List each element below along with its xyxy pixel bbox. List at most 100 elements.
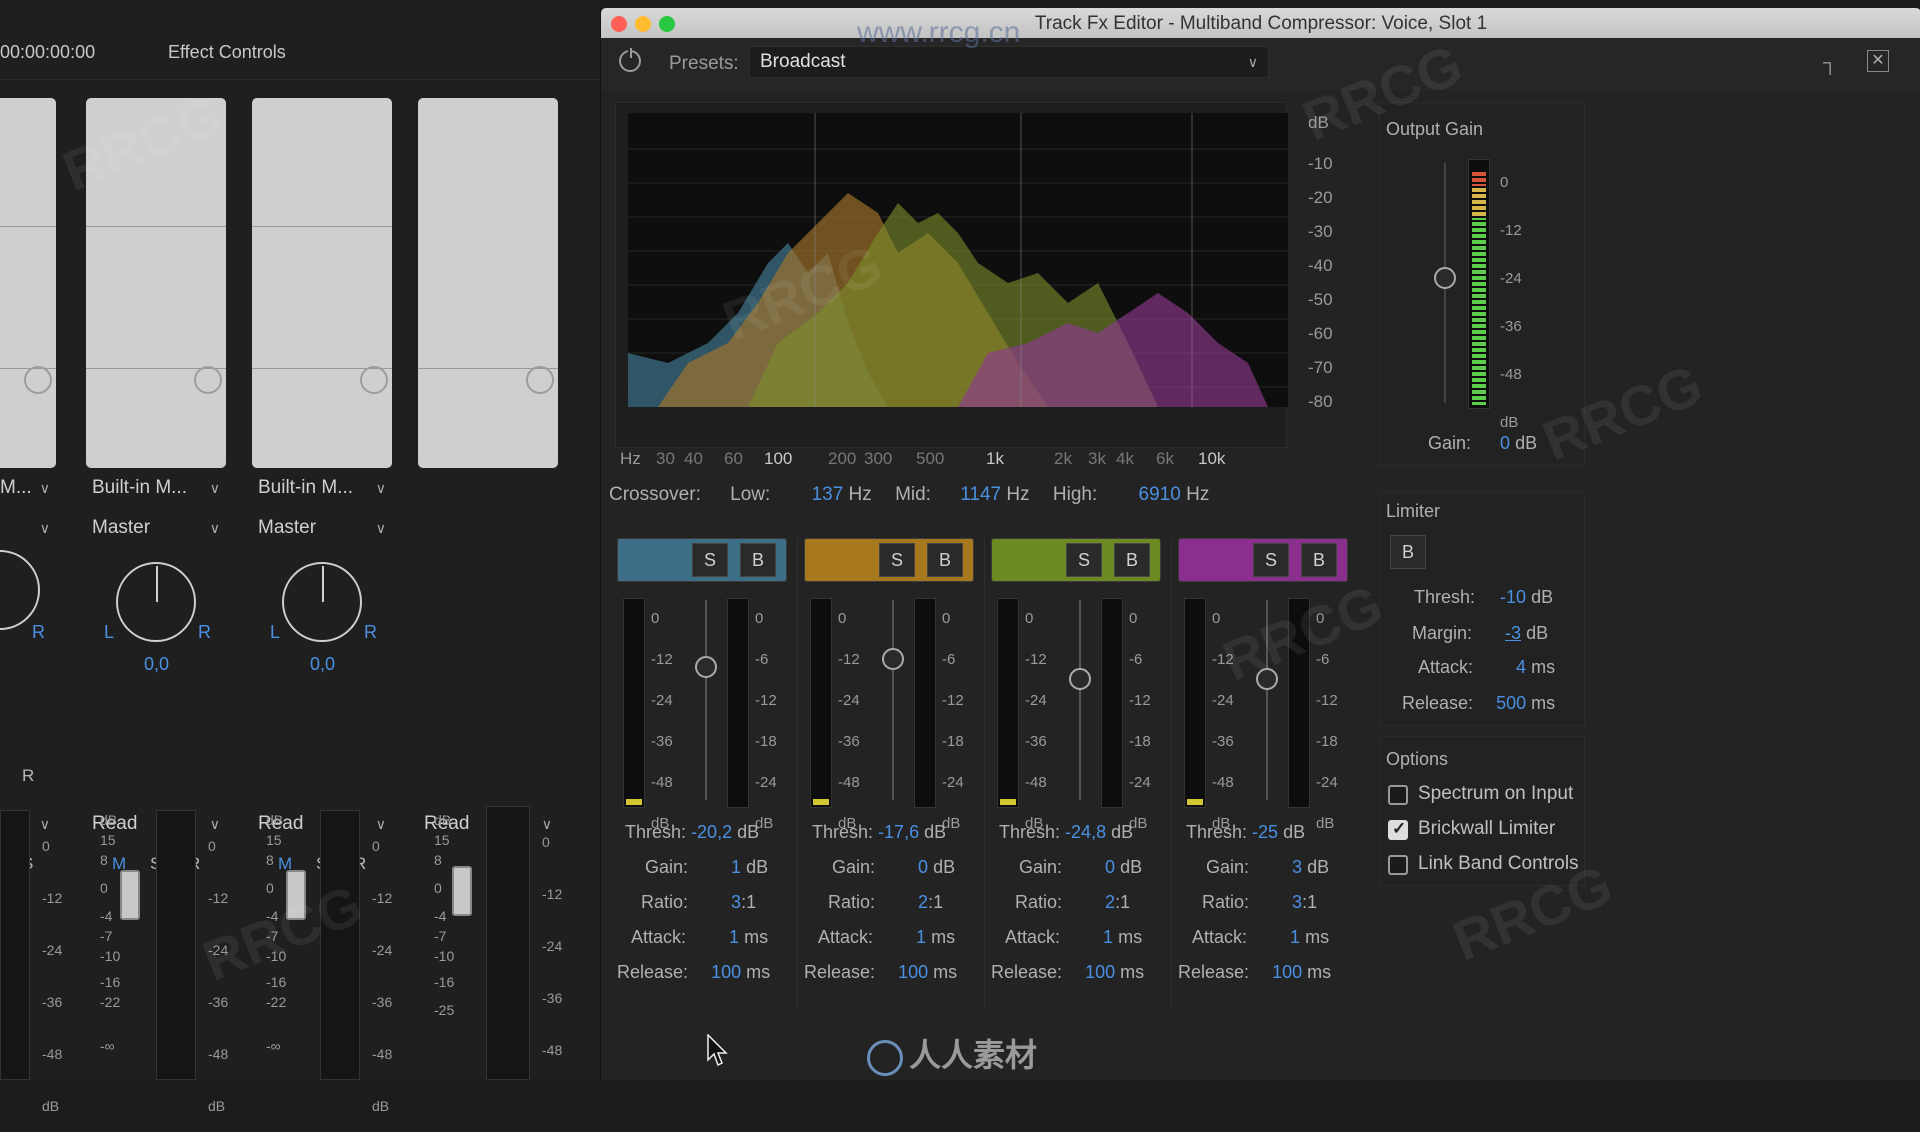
band-thresh-row: Thresh: -20,2 dB xyxy=(625,822,760,842)
input-select[interactable]: Built-in M... ∨ xyxy=(258,472,392,504)
hz-tick: 300 xyxy=(864,449,893,468)
output-gain-value[interactable]: 0 xyxy=(1500,433,1510,453)
record-button[interactable]: R xyxy=(22,766,34,786)
effects-rack[interactable] xyxy=(252,98,392,468)
band-header-low[interactable]: SB xyxy=(617,538,787,582)
preset-select[interactable]: Broadcast ∨ xyxy=(749,46,1269,78)
band-threshold-thumb[interactable] xyxy=(882,648,904,670)
limiter-release-value[interactable]: 500 xyxy=(1496,693,1526,713)
band-header-high-mid[interactable]: SB xyxy=(991,538,1161,582)
band-threshold-slider[interactable] xyxy=(1256,600,1278,800)
band-solo-button[interactable]: S xyxy=(692,543,728,577)
pan-knob[interactable] xyxy=(282,562,362,642)
band-release-value[interactable]: 100 xyxy=(711,962,741,982)
band-release-value[interactable]: 100 xyxy=(1272,962,1302,982)
volume-fader[interactable] xyxy=(286,870,306,920)
band-ratio-value[interactable]: 3 xyxy=(731,892,741,912)
output-select[interactable]: Master ∨ xyxy=(258,512,392,544)
output-select[interactable]: ∨ xyxy=(0,512,56,544)
band-ratio-value[interactable]: 2 xyxy=(918,892,928,912)
spectrum-on-input-label[interactable]: Spectrum on Input xyxy=(1418,783,1573,805)
band-gain-value[interactable]: 1 xyxy=(731,857,741,877)
low-label: Low: xyxy=(730,484,771,505)
spectrum-on-input-checkbox[interactable] xyxy=(1388,785,1408,805)
mid-crossover-value[interactable]: 1147 xyxy=(960,484,1001,505)
band-attack-value[interactable]: 1 xyxy=(1290,927,1300,947)
band-thresh-value[interactable]: -25 xyxy=(1252,822,1278,842)
effect-controls-tab[interactable]: Effect Controls xyxy=(168,42,286,63)
band-solo-button[interactable]: S xyxy=(1066,543,1102,577)
limiter-bypass-button[interactable]: B xyxy=(1390,535,1426,569)
brand-logo-text: 人人素材 xyxy=(867,1030,1037,1076)
pan-value[interactable]: 0,0 xyxy=(144,654,169,675)
band-solo-button[interactable]: S xyxy=(1253,543,1289,577)
band-gain-value[interactable]: 3 xyxy=(1292,857,1302,877)
meter-scale: 0 -12 -24 -36 -48 dB xyxy=(372,838,393,1114)
band-threshold-slider[interactable] xyxy=(695,600,717,800)
high-crossover-value[interactable]: 6910 xyxy=(1139,484,1181,505)
band-gr-scale: 0 -6 -12 -18 -24 dB xyxy=(755,610,777,832)
pan-knob[interactable] xyxy=(116,562,196,642)
band-header-high[interactable]: SB xyxy=(1178,538,1348,582)
effects-rack[interactable] xyxy=(418,98,558,468)
track-fx-editor-window: Track Fx Editor - Multiband Compressor: … xyxy=(600,8,1920,1080)
link-band-controls-label[interactable]: Link Band Controls xyxy=(1418,853,1579,875)
band-header-low-mid[interactable]: SB xyxy=(804,538,974,582)
band-bypass-button[interactable]: B xyxy=(927,543,963,577)
effects-rack[interactable] xyxy=(0,98,56,468)
band-ratio-row: Ratio: 3:1 xyxy=(1202,892,1318,912)
output-gain-thumb[interactable] xyxy=(1434,267,1456,289)
effects-rack[interactable] xyxy=(86,98,226,468)
band-threshold-slider[interactable] xyxy=(882,600,904,800)
limiter-margin-value[interactable]: -3 xyxy=(1505,623,1521,643)
band-ratio-value[interactable]: 3 xyxy=(1292,892,1302,912)
band-input-scale: 0 -12 -24 -36 -48 dB xyxy=(838,610,860,832)
low-crossover-value[interactable]: 137 xyxy=(812,484,844,505)
band-ratio-row: Ratio: 3:1 xyxy=(641,892,757,912)
band-solo-button[interactable]: S xyxy=(879,543,915,577)
collapse-icon[interactable]: ┐ xyxy=(1823,52,1837,75)
band-thresh-value[interactable]: -20,2 xyxy=(691,822,732,842)
band-attack-value[interactable]: 1 xyxy=(729,927,739,947)
pan-value[interactable]: 0,0 xyxy=(310,654,335,675)
title-bar[interactable]: Track Fx Editor - Multiband Compressor: … xyxy=(601,8,1920,38)
close-icon[interactable]: ✕ xyxy=(1867,50,1889,72)
input-select[interactable]: Built-in M... ∨ xyxy=(92,472,226,504)
pan-knob[interactable] xyxy=(0,550,40,630)
hz-tick: 6k xyxy=(1156,449,1174,468)
band-release-value[interactable]: 100 xyxy=(1085,962,1115,982)
band-gain-value[interactable]: 0 xyxy=(1105,857,1115,877)
band-bypass-button[interactable]: B xyxy=(1301,543,1337,577)
band-threshold-thumb[interactable] xyxy=(1256,668,1278,690)
limiter-attack-value[interactable]: 4 xyxy=(1516,657,1526,677)
band-bypass-button[interactable]: B xyxy=(740,543,776,577)
hz-tick: 200 xyxy=(828,449,857,468)
link-band-controls-checkbox[interactable] xyxy=(1388,855,1408,875)
brickwall-limiter-label[interactable]: Brickwall Limiter xyxy=(1418,818,1555,840)
volume-fader[interactable] xyxy=(120,870,140,920)
output-select[interactable]: Master ∨ xyxy=(92,512,226,544)
band-attack-value[interactable]: 1 xyxy=(1103,927,1113,947)
band-attack-value[interactable]: 1 xyxy=(916,927,926,947)
band-threshold-slider[interactable] xyxy=(1069,600,1091,800)
band-ratio-value[interactable]: 2 xyxy=(1105,892,1115,912)
power-icon[interactable] xyxy=(619,48,641,72)
output-gain-slider[interactable] xyxy=(1434,163,1456,403)
band-threshold-thumb[interactable] xyxy=(1069,668,1091,690)
hz-unit: Hz xyxy=(1186,484,1210,505)
brickwall-limiter-checkbox[interactable] xyxy=(1388,819,1408,840)
band-gain-value[interactable]: 0 xyxy=(918,857,928,877)
hz-tick: 100 xyxy=(764,449,793,468)
volume-fader[interactable] xyxy=(452,866,472,916)
pan-l-label: L xyxy=(270,622,281,642)
band-bypass-button[interactable]: B xyxy=(1114,543,1150,577)
input-select[interactable]: M... ∨ xyxy=(0,472,56,504)
band-thresh-row: Thresh: -25 dB xyxy=(1186,822,1306,842)
band-release-value[interactable]: 100 xyxy=(898,962,928,982)
pan-l-label: L xyxy=(104,622,115,642)
limiter-thresh-value[interactable]: -10 xyxy=(1500,587,1526,607)
band-thresh-value[interactable]: -17,6 xyxy=(878,822,919,842)
band-gain-reduction-meter xyxy=(727,598,749,808)
band-threshold-thumb[interactable] xyxy=(695,656,717,678)
band-thresh-value[interactable]: -24,8 xyxy=(1065,822,1106,842)
